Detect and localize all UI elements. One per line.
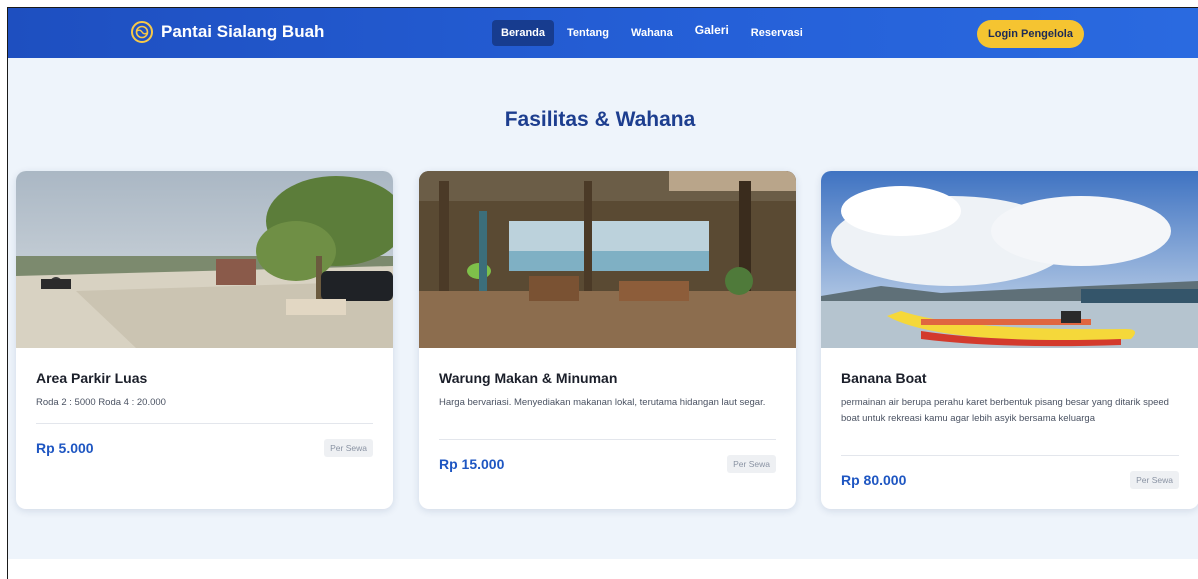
price-unit-badge: Per Sewa — [1130, 471, 1179, 489]
card-divider — [439, 439, 776, 440]
facility-card[interactable]: Banana Boat permainan air berupa perahu … — [821, 171, 1198, 509]
nav-wahana[interactable]: Wahana — [622, 20, 682, 46]
card-price: Rp 5.000 — [36, 440, 94, 456]
login-button[interactable]: Login Pengelola — [977, 20, 1084, 48]
card-title: Area Parkir Luas — [36, 370, 148, 386]
navbar: Pantai Sialang Buah Beranda Tentang Waha… — [8, 8, 1198, 58]
globe-icon — [131, 21, 153, 43]
card-title: Banana Boat — [841, 370, 927, 386]
brand-name: Pantai Sialang Buah — [161, 22, 325, 41]
nav-tentang[interactable]: Tentang — [558, 20, 618, 46]
price-unit-badge: Per Sewa — [324, 439, 373, 457]
card-price: Rp 80.000 — [841, 472, 907, 488]
banana-boat-photo — [821, 171, 1198, 348]
warung-photo — [419, 171, 796, 348]
card-desc: Harga bervariasi. Menyediakan makanan lo… — [439, 397, 766, 408]
facility-card[interactable]: Area Parkir Luas Roda 2 : 5000 Roda 4 : … — [16, 171, 393, 509]
price-unit-badge: Per Sewa — [727, 455, 776, 473]
parking-photo — [16, 171, 393, 348]
section-title: Fasilitas & Wahana — [504, 108, 696, 131]
card-desc: Roda 2 : 5000 Roda 4 : 20.000 — [36, 397, 166, 408]
footer-band — [8, 559, 1198, 579]
card-desc: permainan air berupa perahu karet berben… — [841, 397, 1169, 424]
brand[interactable]: Pantai Sialang Buah — [131, 21, 324, 43]
main-nav: Beranda Tentang Wahana Galeri Reservasi — [492, 20, 816, 46]
card-divider — [841, 455, 1179, 456]
card-price: Rp 15.000 — [439, 456, 505, 472]
facility-card[interactable]: Warung Makan & Minuman Harga bervariasi.… — [419, 171, 796, 509]
card-title: Warung Makan & Minuman — [439, 370, 618, 386]
nav-galeri[interactable]: Galeri — [686, 16, 738, 44]
page-frame: Pantai Sialang Buah Beranda Tentang Waha… — [7, 7, 1198, 579]
nav-beranda[interactable]: Beranda — [492, 20, 555, 46]
card-divider — [36, 423, 373, 424]
nav-reservasi[interactable]: Reservasi — [742, 20, 812, 46]
